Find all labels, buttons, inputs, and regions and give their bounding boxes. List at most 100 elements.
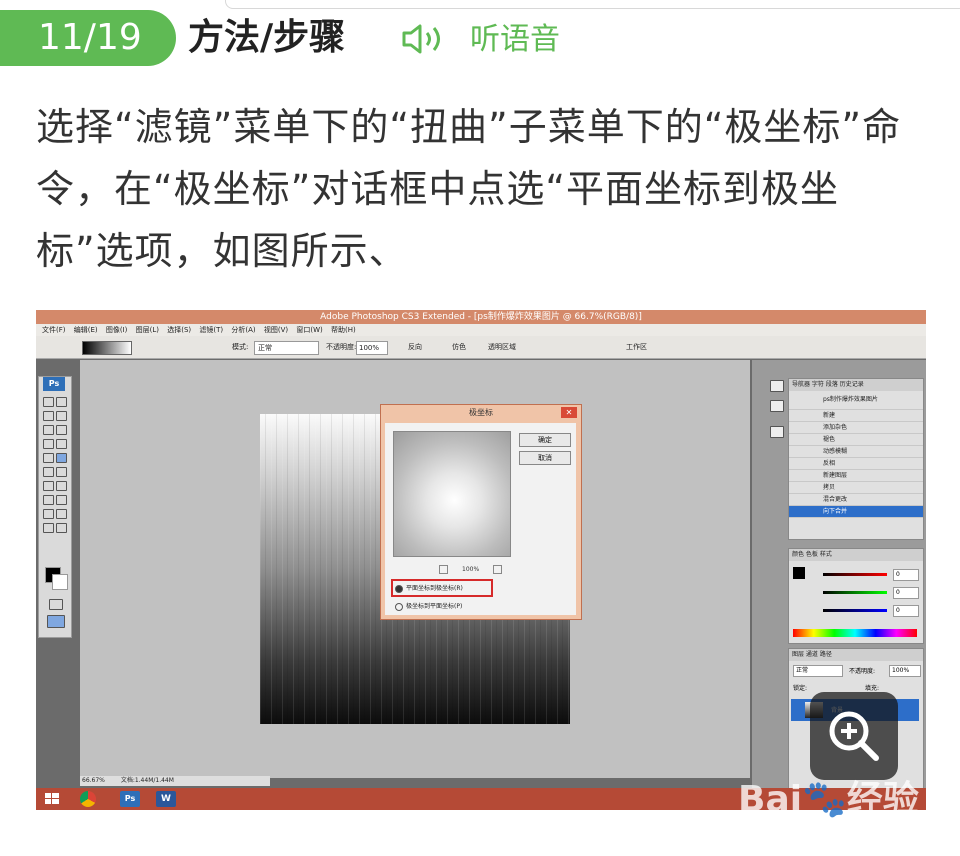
color-panel-tabs[interactable]: 颜色 色板 样式: [789, 549, 923, 561]
layers-panel-tabs[interactable]: 图层 通道 路径: [789, 649, 923, 661]
crop-tool-icon[interactable]: [43, 425, 54, 435]
radio-polar-to-rect[interactable]: 极坐标到平面坐标(P): [395, 601, 462, 611]
move-tool-icon[interactable]: [56, 397, 67, 407]
menu-item[interactable]: 帮助(H): [331, 326, 356, 334]
color-spectrum[interactable]: [793, 629, 917, 637]
panel-dock-icon[interactable]: [770, 426, 784, 438]
reverse-checkbox[interactable]: 反向: [408, 336, 422, 358]
zoom-out-icon[interactable]: [439, 565, 448, 574]
speaker-icon[interactable]: [400, 22, 460, 56]
windows-start-icon[interactable]: [42, 791, 62, 807]
dither-checkbox[interactable]: 仿色: [452, 336, 466, 358]
cancel-button[interactable]: 取消: [519, 451, 571, 465]
path-select-tool-icon[interactable]: [43, 495, 54, 505]
history-item-selected[interactable]: 向下合并: [789, 506, 923, 518]
section-title: 方法/步骤: [188, 17, 346, 58]
history-item[interactable]: 动感模糊: [789, 446, 923, 458]
radio-rect-to-polar[interactable]: 平面坐标到极坐标(R): [395, 583, 463, 593]
close-icon[interactable]: ✕: [561, 407, 577, 418]
zoom-in-icon[interactable]: [493, 565, 503, 574]
opacity-field[interactable]: 100%: [356, 341, 388, 355]
blue-slider[interactable]: [823, 609, 887, 612]
zoom-in-button[interactable]: [810, 692, 898, 780]
blue-value[interactable]: 0: [893, 605, 919, 617]
pen-tool-icon[interactable]: [43, 481, 54, 491]
history-item[interactable]: 反相: [789, 458, 923, 470]
eyedropper-tool-icon[interactable]: [56, 509, 67, 519]
history-item[interactable]: 添加杂色: [789, 422, 923, 434]
option-label: 平面坐标到极坐标(R): [406, 585, 463, 592]
ps-logo: Ps: [43, 377, 65, 391]
zoom-tool-icon[interactable]: [56, 523, 67, 533]
polar-coordinates-dialog: 极坐标 ✕ 确定 取消 100% 平面坐标到极坐标(R) 极坐标到平面坐标(P): [380, 404, 582, 620]
watermark-suffix: 经验: [846, 779, 919, 820]
fill-label: 填充:: [865, 685, 880, 692]
green-value[interactable]: 0: [893, 587, 919, 599]
hand-tool-icon[interactable]: [43, 523, 54, 533]
stamp-tool-icon[interactable]: [56, 439, 67, 449]
listen-audio-link[interactable]: 听语音: [470, 18, 560, 62]
marquee-tool-icon[interactable]: [43, 397, 54, 407]
history-panel-tabs[interactable]: 导航器 字符 段落 历史记录: [789, 379, 923, 391]
workspace-menu[interactable]: 工作区: [626, 336, 647, 358]
lasso-tool-icon[interactable]: [43, 411, 54, 421]
zoom-row: 100%: [425, 565, 516, 574]
red-value[interactable]: 0: [893, 569, 919, 581]
toolbox: Ps: [38, 376, 72, 638]
dodge-tool-icon[interactable]: [56, 467, 67, 477]
background-color[interactable]: [52, 574, 68, 590]
fg-color-swatch[interactable]: [793, 567, 805, 579]
menu-item[interactable]: 选择(S): [167, 326, 191, 334]
lock-label: 锁定:: [793, 685, 808, 692]
mode-label: 模式:: [232, 343, 249, 351]
layer-opacity-field[interactable]: 100%: [889, 665, 921, 677]
menu-item[interactable]: 编辑(E): [74, 326, 98, 334]
step-screenshot[interactable]: Adobe Photoshop CS3 Extended - [ps制作爆炸效果…: [36, 310, 926, 810]
quick-mask-icon[interactable]: [49, 599, 63, 610]
gradient-swatch[interactable]: [82, 341, 132, 355]
history-item[interactable]: 混合更改: [789, 494, 923, 506]
status-zoom[interactable]: 66.67%: [82, 777, 105, 784]
history-panel: 导航器 字符 段落 历史记录 ps制作爆炸效果图片 新建 添加杂色 褪色 动感模…: [788, 378, 924, 540]
ok-button[interactable]: 确定: [519, 433, 571, 447]
word-icon[interactable]: W: [156, 791, 176, 807]
mode-select[interactable]: 正常: [254, 341, 319, 355]
menu-item[interactable]: 图像(I): [106, 326, 128, 334]
slice-tool-icon[interactable]: [56, 425, 67, 435]
gradient-tool-icon[interactable]: [56, 453, 67, 463]
option-label: 极坐标到平面坐标(P): [406, 603, 463, 610]
magnifier-plus-icon: [829, 711, 879, 761]
red-slider[interactable]: [823, 573, 887, 576]
menu-item[interactable]: 图层(L): [136, 326, 159, 334]
radio-unchecked-icon: [395, 602, 403, 611]
menu-item[interactable]: 文件(F): [42, 326, 66, 334]
status-doc-size: 文档:1.44M/1.44M: [120, 777, 174, 784]
card-top-edge: [225, 0, 960, 9]
history-item[interactable]: 褪色: [789, 434, 923, 446]
green-slider[interactable]: [823, 591, 887, 594]
shape-tool-icon[interactable]: [56, 495, 67, 505]
text-tool-icon[interactable]: [56, 481, 67, 491]
transparency-checkbox[interactable]: 透明区域: [488, 336, 516, 358]
ps-menubar: 文件(F) 编辑(E) 图像(I) 图层(L) 选择(S) 滤镜(T) 分析(A…: [36, 324, 926, 336]
history-item[interactable]: 拷贝: [789, 482, 923, 494]
menu-item[interactable]: 滤镜(T): [199, 326, 223, 334]
menu-item[interactable]: 窗口(W): [296, 326, 322, 334]
history-item[interactable]: 新建图层: [789, 470, 923, 482]
baidu-watermark: Bai🐾经验: [738, 770, 919, 822]
panel-dock-icon[interactable]: [770, 380, 784, 392]
history-snapshot[interactable]: ps制作爆炸效果图片: [789, 391, 923, 410]
brush-tool-icon[interactable]: [43, 439, 54, 449]
screen-mode-icon[interactable]: [47, 615, 65, 628]
menu-item[interactable]: 视图(V): [264, 326, 288, 334]
magic-wand-tool-icon[interactable]: [56, 411, 67, 421]
history-item[interactable]: 新建: [789, 410, 923, 422]
notes-tool-icon[interactable]: [43, 509, 54, 519]
chrome-icon[interactable]: [80, 791, 96, 807]
photoshop-icon[interactable]: Ps: [120, 791, 140, 807]
blur-tool-icon[interactable]: [43, 467, 54, 477]
eraser-tool-icon[interactable]: [43, 453, 54, 463]
blend-mode-select[interactable]: 正常: [793, 665, 843, 677]
panel-dock-icon[interactable]: [770, 400, 784, 412]
menu-item[interactable]: 分析(A): [231, 326, 255, 334]
